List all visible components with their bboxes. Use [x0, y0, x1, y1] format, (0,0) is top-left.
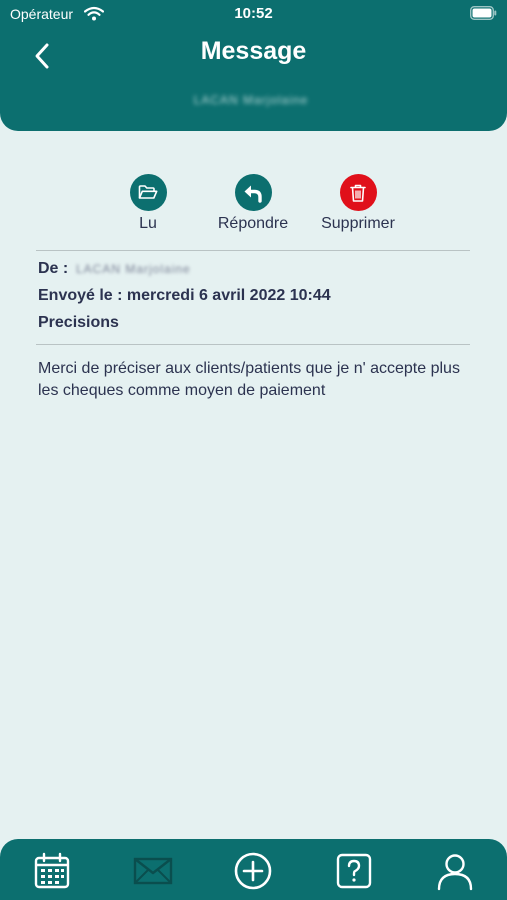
tab-add[interactable] [231, 849, 275, 893]
profile-icon [437, 854, 473, 891]
message-body: Merci de préciser aux clients/patients q… [38, 360, 460, 399]
battery-icon [469, 5, 497, 21]
trash-icon [339, 174, 377, 211]
sent-date: Envoyé le : mercredi 6 avril 2022 10:44 [38, 287, 331, 304]
delete-button[interactable]: Supprimer [303, 174, 413, 233]
header: Opérateur 10:52 Message LACAN Marjolaine [0, 0, 507, 131]
reply-icon [234, 174, 272, 211]
tab-messages[interactable] [131, 849, 175, 893]
tab-help[interactable] [332, 849, 376, 893]
message-subject: Precisions [38, 314, 119, 331]
page-title: Message [200, 37, 307, 65]
mail-icon [133, 857, 173, 885]
folder-open-icon [129, 174, 167, 211]
tab-profile[interactable] [433, 849, 477, 893]
tab-bar [0, 839, 507, 900]
mark-read-label: Lu [139, 215, 157, 232]
delete-label: Supprimer [321, 215, 395, 232]
from-label: De : [38, 260, 69, 277]
reply-button[interactable]: Répondre [198, 174, 308, 233]
help-icon [336, 853, 372, 889]
divider [36, 344, 470, 345]
tab-calendar[interactable] [30, 849, 74, 893]
sender-name-redacted: LACAN Marjolaine [76, 262, 191, 276]
reply-label: Répondre [217, 215, 289, 232]
calendar-icon [34, 852, 70, 889]
mark-read-button[interactable]: Lu [93, 174, 203, 233]
add-circle-icon [234, 852, 272, 890]
divider [36, 250, 470, 251]
message-actions: Lu Répondre Supprimer [0, 174, 507, 238]
status-bar: Opérateur 10:52 [0, 0, 507, 30]
clock: 10:52 [234, 5, 273, 22]
recipient-name-redacted: LACAN Marjolaine [193, 93, 309, 107]
